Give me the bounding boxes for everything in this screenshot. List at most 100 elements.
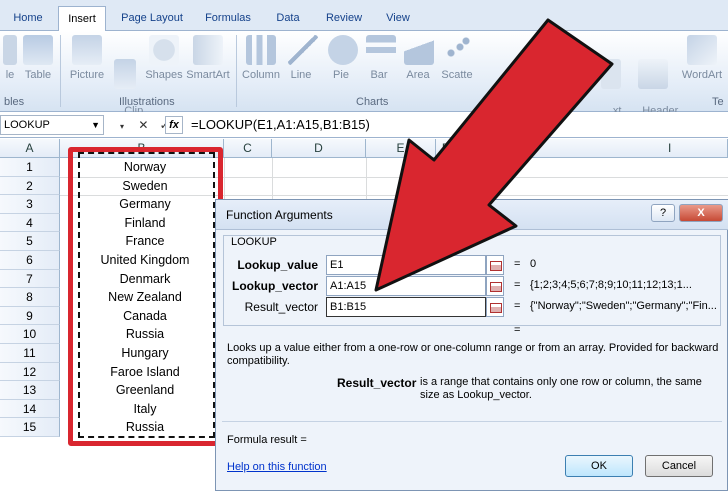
text-box-icon (601, 59, 621, 89)
row-header[interactable]: 4 (0, 213, 60, 233)
cancel-button[interactable]: Cancel (645, 455, 713, 477)
row-header[interactable]: 14 (0, 399, 60, 419)
line-chart-label: Line (290, 69, 312, 81)
hyperlink-label: Hy (534, 69, 548, 81)
ribbon-insert: le Table Picture Clip Art Shapes SmartAr… (0, 31, 728, 129)
line-chart-button[interactable]: Line (288, 35, 318, 81)
row-header[interactable]: 11 (0, 344, 60, 363)
name-box[interactable]: LOOKUP ▼ (0, 115, 104, 135)
shapes-button[interactable]: Shapes (144, 35, 184, 81)
lookup-value-result: 0 (530, 258, 537, 270)
tab-insert[interactable]: Insert (58, 6, 106, 31)
formula-input[interactable]: =LOOKUP(E1,A1:A15,B1:B15) (191, 116, 370, 134)
row-header[interactable]: 12 (0, 362, 60, 382)
pivot-table-button[interactable]: le (2, 35, 18, 81)
wordart-button[interactable]: WordArt (678, 35, 726, 81)
chevron-down-icon[interactable]: ▼ (91, 116, 100, 134)
row-header[interactable]: 8 (0, 288, 60, 307)
column-chart-label: Column (242, 69, 280, 81)
bar-chart-button[interactable]: Bar (366, 35, 396, 81)
group-label-illustrations: Illustrations (119, 96, 175, 108)
bar-chart-icon (366, 35, 396, 65)
column-header-a[interactable]: A (0, 139, 60, 158)
shapes-icon (149, 35, 179, 65)
help-button[interactable]: ? (651, 204, 675, 222)
cancel-icon[interactable]: ✕ (134, 116, 152, 134)
help-on-function-link[interactable]: Help on this function (227, 461, 327, 473)
picture-label: Picture (69, 69, 105, 81)
shapes-label: Shapes (145, 69, 183, 81)
lookup-vector-input[interactable]: A1:A15 (326, 276, 486, 296)
bar-chart-label: Bar (370, 69, 388, 81)
ribbon-tab-bar: Home Insert Page Layout Formulas Data Re… (0, 0, 728, 31)
hyperlink-button[interactable]: Hy (530, 35, 552, 81)
row-header[interactable]: 7 (0, 269, 60, 289)
scatter-chart-label: Scatte (441, 69, 473, 81)
row-header[interactable]: 10 (0, 325, 60, 344)
tab-home[interactable]: Home (6, 6, 50, 31)
row-header[interactable]: 1 (0, 158, 60, 177)
group-label-charts: Charts (356, 96, 389, 108)
result-vector-label: Result_vector (244, 300, 318, 314)
row-header[interactable]: 15 (0, 418, 60, 437)
ok-button[interactable]: OK (565, 455, 633, 477)
column-header-e[interactable]: E (366, 139, 436, 158)
picture-button[interactable]: Picture (66, 35, 108, 81)
collapse-dialog-icon[interactable] (486, 276, 504, 296)
highlight-box (68, 147, 223, 446)
picture-icon (72, 35, 102, 65)
collapse-dialog-icon[interactable] (486, 297, 504, 317)
table-button[interactable]: Table (22, 35, 54, 81)
column-header-f[interactable]: F (436, 139, 456, 158)
formula-bar: LOOKUP ▼ ▾ ✕ ✓ fx =LOOKUP(E1,A1:A15,B1:B… (0, 112, 728, 138)
row-header[interactable]: 5 (0, 232, 60, 251)
column-header-i[interactable]: I (456, 139, 728, 158)
lookup-value-label: Lookup_value (237, 258, 318, 272)
smartart-button[interactable]: SmartArt (186, 35, 230, 81)
equals-sign: = (514, 258, 521, 270)
function-name-label: LOOKUP (229, 236, 279, 248)
pivot-table-label: le (5, 69, 15, 81)
row-header[interactable]: 6 (0, 251, 60, 270)
dropdown-icon[interactable]: ▾ (113, 118, 131, 136)
column-chart-button[interactable]: Column (240, 35, 282, 81)
area-chart-label: Area (406, 69, 430, 81)
area-chart-icon (404, 35, 434, 65)
lookup-vector-label: Lookup_vector (231, 279, 318, 293)
tab-review[interactable]: Review (318, 6, 370, 31)
column-header-c[interactable]: C (224, 139, 272, 158)
active-cell-e1[interactable]: A15 (436, 158, 456, 177)
name-box-value: LOOKUP (4, 119, 50, 131)
lookup-value-input[interactable]: E1 (326, 255, 486, 275)
divider (222, 421, 722, 422)
scatter-chart-button[interactable]: Scatte (440, 35, 474, 81)
equals-sign: = (514, 300, 521, 312)
insert-function-button[interactable]: fx (165, 116, 183, 134)
hyperlink-icon (531, 35, 551, 65)
row-header[interactable]: 9 (0, 306, 60, 326)
tab-view[interactable]: View (378, 6, 418, 31)
column-header-d[interactable]: D (272, 139, 366, 158)
result-vector-input[interactable]: B1:B15 (326, 297, 486, 317)
smartart-icon (193, 35, 223, 65)
pivot-table-icon (3, 35, 17, 65)
dialog-title-bar[interactable]: Function Arguments ? X (216, 200, 728, 230)
tab-formulas[interactable]: Formulas (198, 6, 258, 31)
group-separator (60, 35, 61, 107)
collapse-dialog-icon[interactable] (486, 255, 504, 275)
close-button[interactable]: X (679, 204, 723, 222)
tab-data[interactable]: Data (268, 6, 308, 31)
pie-chart-button[interactable]: Pie (328, 35, 358, 81)
scatter-chart-icon (442, 35, 472, 65)
table-label: Table (24, 69, 52, 81)
total-equals-sign: = (514, 324, 521, 336)
tab-page-layout[interactable]: Page Layout (114, 6, 190, 31)
clip-art-icon (114, 59, 136, 89)
column-chart-icon (246, 35, 276, 65)
row-header[interactable]: 13 (0, 381, 60, 400)
header-footer-icon (638, 59, 668, 89)
group-label-text: Te (712, 96, 724, 108)
row-header[interactable]: 2 (0, 176, 60, 196)
area-chart-button[interactable]: Area (404, 35, 434, 81)
row-header[interactable]: 3 (0, 195, 60, 214)
